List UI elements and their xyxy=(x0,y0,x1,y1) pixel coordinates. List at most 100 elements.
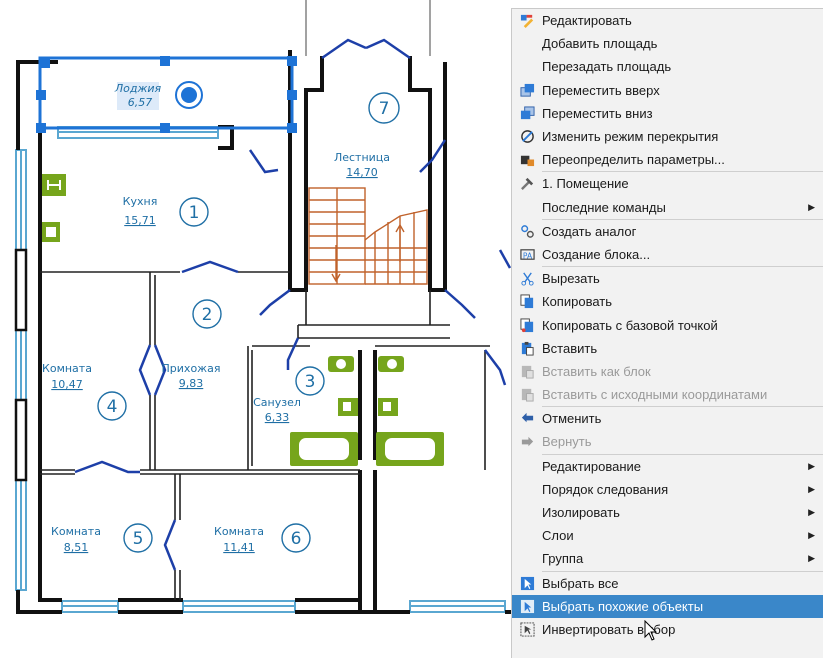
submenu-arrow-icon: ▶ xyxy=(808,530,815,541)
menu-label: Выбрать все xyxy=(542,575,619,591)
menu-label: Копировать с базовой точкой xyxy=(542,317,718,333)
edit-icon xyxy=(512,9,542,32)
room-number-hall: 2 xyxy=(202,305,213,325)
room-area-room5: 8,51 xyxy=(64,541,89,554)
menu-label: Вырезать xyxy=(542,271,600,287)
menu-item-paste-original-coords[interactable]: Вставить с исходными координатами xyxy=(512,383,823,406)
menu-label: Переопределить параметры... xyxy=(542,152,725,168)
menu-label: Перезадать площадь xyxy=(542,59,672,75)
submenu-arrow-icon: ▶ xyxy=(808,553,815,564)
menu-item-draw-order[interactable]: Порядок следования ▶ xyxy=(512,478,823,501)
room-label-room6: Комната xyxy=(214,525,264,538)
menu-item-room[interactable]: 1. Помещение xyxy=(512,172,823,195)
select-all-icon xyxy=(512,572,542,595)
grip-handle xyxy=(287,123,297,133)
room-number-kitchen: 1 xyxy=(189,203,200,223)
menu-label: Выбрать похожие объекты xyxy=(542,598,704,614)
menu-item-override-params[interactable]: Переопределить параметры... xyxy=(512,148,823,171)
menu-label: Копировать xyxy=(542,294,612,310)
grip-handle xyxy=(287,90,297,100)
menu-item-select-similar[interactable]: Выбрать похожие объекты xyxy=(512,594,823,618)
menu-label: Изолировать xyxy=(542,505,620,521)
menu-item-layers[interactable]: Слои ▶ xyxy=(512,524,823,547)
menu-item-paste[interactable]: Вставить xyxy=(512,337,823,360)
copy-base-point-icon xyxy=(512,313,542,336)
menu-label: Вставить как блок xyxy=(542,363,651,379)
grip-handle xyxy=(36,123,46,133)
staircase xyxy=(308,187,428,285)
menu-label: Порядок следования xyxy=(542,481,669,497)
room-label-loggia: Лоджия xyxy=(114,82,162,95)
menu-item-reset-area[interactable]: Перезадать площадь xyxy=(512,55,823,78)
menu-label: Редактирование xyxy=(542,458,642,474)
room-label-hallway: Прихожая xyxy=(162,362,221,375)
menu-label: 1. Помещение xyxy=(542,176,629,192)
menu-label: Переместить вверх xyxy=(542,82,660,98)
menu-item-paste-as-block[interactable]: Вставить как блок xyxy=(512,360,823,383)
menu-label: Вставить с исходными координатами xyxy=(542,387,768,403)
move-up-icon xyxy=(512,79,542,102)
menu-label: Создание блока... xyxy=(542,246,651,262)
menu-item-undo[interactable]: Отменить xyxy=(512,407,823,430)
grip-handle xyxy=(160,123,170,133)
paste-block-icon xyxy=(512,360,542,383)
menu-item-copy[interactable]: Копировать xyxy=(512,290,823,313)
menu-label: Группа xyxy=(542,551,584,567)
menu-item-editing[interactable]: Редактирование ▶ xyxy=(512,455,823,478)
room-number-bathroom: 3 xyxy=(305,372,316,392)
room-label-kitchen: Кухня xyxy=(123,195,158,208)
menu-label: Отменить xyxy=(542,411,602,427)
menu-label: Последние команды xyxy=(542,199,666,215)
menu-item-redo[interactable]: Вернуть xyxy=(512,430,823,453)
menu-item-invert-selection[interactable]: Инвертировать выбор xyxy=(512,618,823,641)
menu-item-group[interactable]: Группа ▶ xyxy=(512,547,823,570)
mouse-cursor-icon xyxy=(644,620,658,641)
menu-item-recent-commands[interactable]: Последние команды ▶ xyxy=(512,196,823,219)
svg-text:PA: PA xyxy=(522,251,532,260)
menu-item-copy-base-point[interactable]: Копировать с базовой точкой xyxy=(512,313,823,336)
fixtures xyxy=(42,174,444,466)
context-menu: Редактировать Добавить площадь Перезадат… xyxy=(511,8,823,658)
menu-label: Переместить вниз xyxy=(542,105,653,121)
select-similar-icon xyxy=(512,595,542,618)
menu-label: Создать аналог xyxy=(542,223,637,239)
room-number-room5: 5 xyxy=(133,529,144,549)
submenu-arrow-icon: ▶ xyxy=(808,507,815,518)
menu-item-move-down[interactable]: Переместить вниз xyxy=(512,102,823,125)
menu-item-move-up[interactable]: Переместить вверх xyxy=(512,79,823,102)
menu-label: Вернуть xyxy=(542,434,592,450)
room-area-room4: 10,47 xyxy=(51,378,83,391)
menu-item-add-area[interactable]: Добавить площадь xyxy=(512,32,823,55)
loggia-selection[interactable]: Лоджия 6,57 xyxy=(36,56,297,133)
room-number-room4: 4 xyxy=(107,397,118,417)
move-down-icon xyxy=(512,102,542,125)
submenu-arrow-icon: ▶ xyxy=(808,201,815,212)
grip-handle xyxy=(287,56,297,66)
grip-handle xyxy=(160,56,170,66)
override-params-icon xyxy=(512,148,542,171)
room-label-stairs: Лестница xyxy=(334,151,390,164)
room-area-loggia: 6,57 xyxy=(128,96,153,109)
invert-selection-icon xyxy=(512,618,542,641)
overlap-mode-icon xyxy=(512,125,542,148)
menu-item-create-analog[interactable]: Создать аналог xyxy=(512,220,823,243)
room-label-room4: Комната xyxy=(42,362,92,375)
menu-label: Слои xyxy=(542,528,574,544)
create-analog-icon xyxy=(512,220,542,243)
menu-label: Редактировать xyxy=(542,13,632,29)
menu-item-edit[interactable]: Редактировать xyxy=(512,9,823,32)
submenu-arrow-icon: ▶ xyxy=(808,483,815,494)
menu-item-isolate[interactable]: Изолировать ▶ xyxy=(512,501,823,524)
undo-icon xyxy=(512,407,542,430)
room-area-stairs: 14,70 xyxy=(346,166,378,179)
hammer-icon xyxy=(512,172,542,195)
grip-handle xyxy=(40,58,50,68)
copy-icon xyxy=(512,290,542,313)
menu-item-create-block[interactable]: PA Создание блока... xyxy=(512,243,823,266)
menu-item-cut[interactable]: Вырезать xyxy=(512,267,823,290)
menu-item-overlap-mode[interactable]: Изменить режим перекрытия xyxy=(512,125,823,148)
room-label-bathroom: Санузел xyxy=(253,396,301,409)
menu-item-select-all[interactable]: Выбрать все xyxy=(512,572,823,595)
room-area-hallway: 9,83 xyxy=(179,377,204,390)
room-area-kitchen: 15,71 xyxy=(124,214,156,227)
